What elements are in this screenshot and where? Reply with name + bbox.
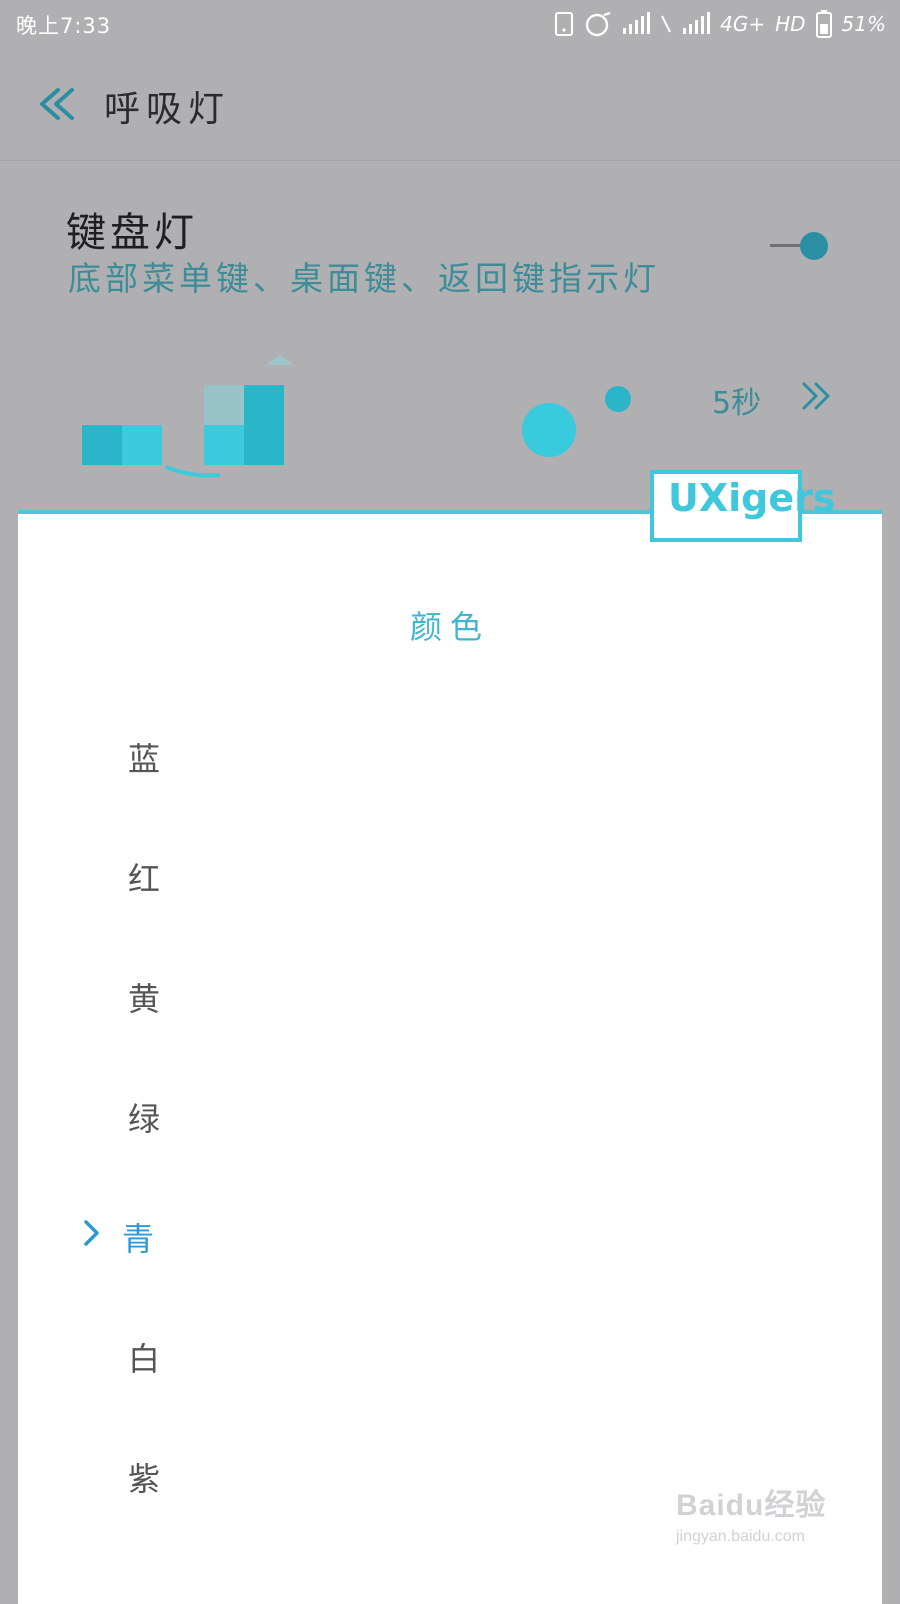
setting-keyboard-light[interactable]: 键盘灯 底部菜单键、桌面键、返回键指示灯: [0, 170, 900, 320]
phone-icon: [555, 12, 574, 36]
baidu-logo: Baidu经验: [676, 1489, 827, 1522]
option-label: 白: [128, 1340, 161, 1378]
option-label: 蓝: [128, 740, 161, 778]
status-time: 晚上7:33: [16, 14, 112, 38]
hd-indicator: HD: [775, 12, 806, 36]
battery-level: 51%: [841, 12, 886, 36]
app-header: 呼吸灯: [0, 50, 900, 161]
color-option-cyan[interactable]: 青: [78, 1190, 838, 1280]
option-label: 黄: [128, 980, 161, 1018]
baidu-url: jingyan.baidu.com: [676, 1528, 805, 1545]
color-option-green[interactable]: 绿: [78, 1070, 838, 1160]
chevron-right-double-icon: [802, 382, 830, 410]
color-dialog: 颜色 蓝 红 黄 绿 青 白 紫: [18, 510, 882, 1604]
keyboard-light-toggle[interactable]: [770, 232, 834, 260]
uxigers-logo: UXigers: [650, 470, 836, 542]
color-option-yellow[interactable]: 黄: [78, 950, 838, 1040]
option-label: 红: [128, 860, 161, 898]
option-label: 青: [122, 1220, 155, 1258]
dialog-title: 颜色: [409, 608, 490, 646]
color-option-white[interactable]: 白: [78, 1310, 838, 1400]
alarm-icon: [585, 11, 611, 37]
network-type: 4G+: [720, 12, 766, 36]
baidu-watermark: Baidu经验 jingyan.baidu.com: [676, 1480, 866, 1560]
back-icon[interactable]: [38, 88, 78, 120]
toggle-knob: [800, 232, 828, 260]
signal-icon: [623, 12, 651, 34]
duration-value: 5秒: [712, 386, 762, 421]
uxigers-text: UXigers: [668, 476, 836, 520]
battery-icon: [815, 10, 832, 38]
page-title: 呼吸灯: [104, 89, 231, 130]
watermark-mosaic: [82, 355, 631, 478]
setting-subtitle: 底部菜单键、桌面键、返回键指示灯: [68, 259, 660, 298]
option-label: 紫: [128, 1460, 161, 1498]
signal-icon-2: [683, 12, 711, 34]
no-signal-icon: [661, 15, 672, 33]
setting-title: 键盘灯: [66, 210, 198, 256]
color-option-blue[interactable]: 蓝: [78, 710, 838, 800]
option-label: 绿: [128, 1100, 161, 1138]
status-icons: 4G+ HD 51%: [554, 10, 886, 38]
color-option-red[interactable]: 红: [78, 830, 838, 920]
status-bar: 晚上7:33 4G+ HD 51%: [0, 0, 900, 48]
chevron-right-icon: [84, 1220, 99, 1246]
